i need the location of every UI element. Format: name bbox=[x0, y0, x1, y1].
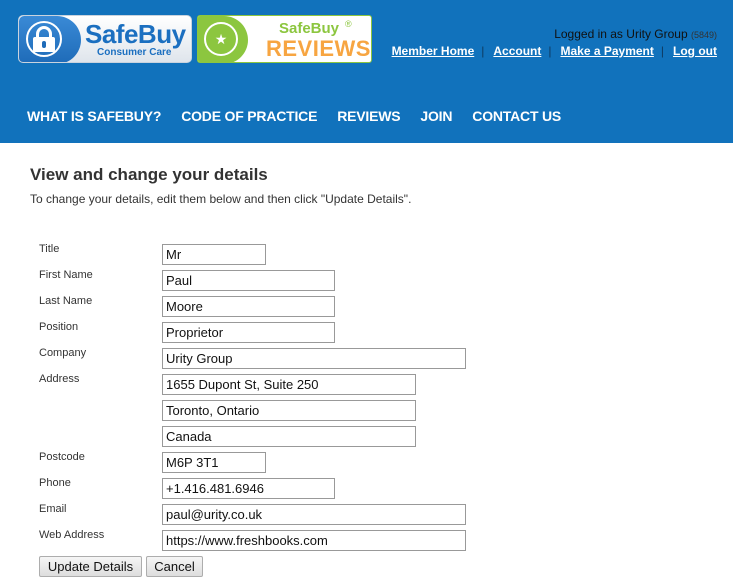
logout-link[interactable]: Log out bbox=[673, 44, 717, 58]
registered-mark: ® bbox=[345, 19, 352, 29]
address-line-2-input[interactable] bbox=[162, 400, 416, 421]
last-name-input[interactable] bbox=[162, 296, 335, 317]
reviews-logo-subtitle: REVIEWS bbox=[266, 36, 371, 61]
separator: | bbox=[660, 44, 665, 58]
postcode-input[interactable] bbox=[162, 452, 266, 473]
address-line-1-input[interactable] bbox=[162, 374, 416, 395]
address-label: Address bbox=[39, 373, 80, 385]
phone-label: Phone bbox=[39, 477, 71, 489]
cancel-button[interactable]: Cancel bbox=[146, 556, 203, 577]
nav-contact-us[interactable]: CONTACT US bbox=[472, 108, 561, 124]
title-input[interactable] bbox=[162, 244, 266, 265]
main-nav: WHAT IS SAFEBUY? CODE OF PRACTICE REVIEW… bbox=[27, 108, 581, 124]
company-label: Company bbox=[39, 347, 87, 359]
nav-code-of-practice[interactable]: CODE OF PRACTICE bbox=[181, 108, 317, 124]
first-name-input[interactable] bbox=[162, 270, 335, 291]
last-name-label: Last Name bbox=[39, 295, 93, 307]
account-link[interactable]: Account bbox=[493, 44, 541, 58]
postcode-label: Postcode bbox=[39, 451, 85, 463]
shooting-star-icon: ★ bbox=[204, 22, 238, 56]
nav-join[interactable]: JOIN bbox=[420, 108, 452, 124]
company-input[interactable] bbox=[162, 348, 466, 369]
address-line-3-input[interactable] bbox=[162, 426, 416, 447]
first-name-label: First Name bbox=[39, 269, 93, 281]
safebuy-logo[interactable]: SafeBuy Consumer Care bbox=[18, 15, 192, 63]
logo-brand-text: SafeBuy bbox=[85, 19, 186, 49]
member-links: Member Home | Account | Make a Payment |… bbox=[392, 44, 717, 58]
update-details-button[interactable]: Update Details bbox=[39, 556, 142, 577]
member-id: (5849) bbox=[690, 30, 717, 40]
login-prefix: Logged in as bbox=[554, 27, 623, 41]
title-label: Title bbox=[39, 243, 60, 255]
web-address-label: Web Address bbox=[39, 529, 105, 541]
reviews-logo-brand: SafeBuy bbox=[279, 20, 340, 37]
logo-tagline: Consumer Care bbox=[97, 47, 172, 58]
email-label: Email bbox=[39, 503, 67, 515]
page-intro: To change your details, edit them below … bbox=[30, 192, 412, 206]
separator: | bbox=[548, 44, 552, 58]
nav-reviews[interactable]: REVIEWS bbox=[337, 108, 400, 124]
site-header: SafeBuy Consumer Care ★ SafeBuy ® REVIEW… bbox=[0, 0, 733, 143]
logged-in-company: Urity Group bbox=[626, 27, 688, 41]
nav-what-is-safebuy[interactable]: WHAT IS SAFEBUY? bbox=[27, 108, 161, 124]
login-status: Logged in as Urity Group (5849) bbox=[554, 27, 717, 41]
member-home-link[interactable]: Member Home bbox=[392, 44, 475, 58]
safebuy-reviews-logo[interactable]: ★ SafeBuy ® REVIEWS bbox=[197, 15, 372, 63]
make-payment-link[interactable]: Make a Payment bbox=[561, 44, 654, 58]
phone-input[interactable] bbox=[162, 478, 335, 499]
separator: | bbox=[481, 44, 485, 58]
reviews-badge: ★ bbox=[198, 16, 248, 62]
email-input[interactable] bbox=[162, 504, 466, 525]
position-input[interactable] bbox=[162, 322, 335, 343]
position-label: Position bbox=[39, 321, 79, 333]
lock-badge bbox=[19, 16, 81, 62]
page-title: View and change your details bbox=[30, 165, 268, 184]
web-address-input[interactable] bbox=[162, 530, 466, 551]
lock-keyhole bbox=[42, 41, 46, 48]
